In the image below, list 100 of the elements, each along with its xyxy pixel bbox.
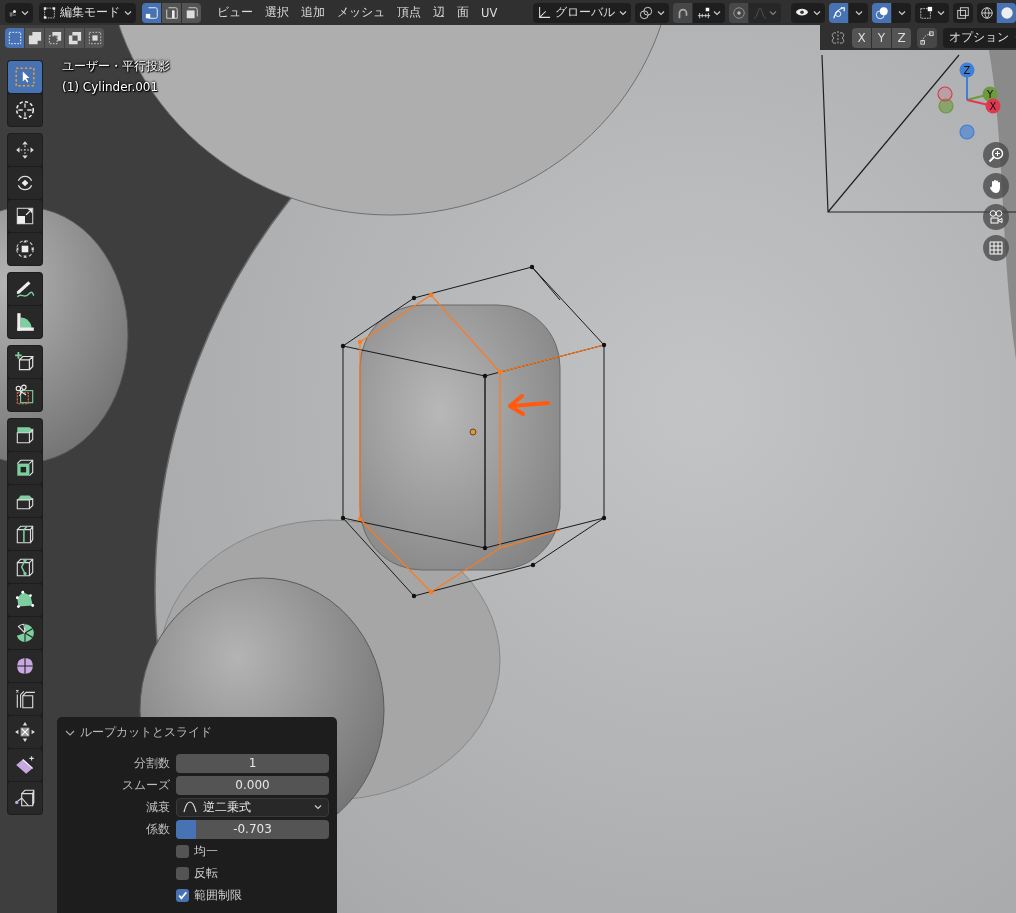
mode-dropdown[interactable]: 編集モード — [39, 2, 136, 23]
extrude-icon — [14, 424, 36, 446]
tool-button[interactable] — [8, 518, 42, 550]
dashed-curve-icon — [920, 30, 934, 45]
proportional-edit-toggle[interactable] — [729, 2, 748, 23]
caret-icon — [124, 8, 132, 17]
property-label: 減衰 — [145, 798, 171, 816]
panel-header[interactable]: ループカットとスライド — [57, 717, 220, 748]
options-dropdown[interactable]: オプション — [943, 27, 1016, 48]
tool-button[interactable] — [8, 716, 42, 748]
tool-button[interactable] — [8, 452, 42, 484]
select-mode-button[interactable] — [162, 2, 181, 23]
tool-button[interactable] — [8, 683, 42, 715]
caret-icon — [619, 8, 627, 17]
orientation-dropdown[interactable]: グローバル — [533, 2, 631, 23]
tool-button[interactable] — [8, 650, 42, 682]
box-select-mode-button[interactable] — [25, 28, 44, 48]
overlay-toggle[interactable] — [872, 2, 891, 23]
mirror-axis-button[interactable]: Z — [892, 27, 911, 48]
ruler-icon — [14, 311, 36, 333]
gizmo-toggle[interactable] — [829, 2, 848, 23]
tool-button[interactable] — [8, 617, 42, 649]
tool-button[interactable] — [8, 167, 42, 199]
menu-item[interactable]: メッシュ — [331, 2, 391, 23]
number-field[interactable]: 0.000 — [176, 775, 329, 795]
checkbox-option[interactable]: 均一 — [176, 842, 218, 860]
menu-item[interactable]: ビュー — [211, 2, 259, 23]
snap-target-dropdown[interactable] — [693, 2, 725, 23]
editor-type-button[interactable] — [5, 2, 33, 23]
overlay-dropdown[interactable] — [892, 2, 911, 23]
caret-icon — [21, 8, 29, 17]
snap-toggle[interactable] — [673, 2, 692, 23]
select-box-icon — [14, 66, 36, 88]
falloff-curve-icon — [753, 5, 767, 20]
menu-item[interactable]: UV — [475, 2, 504, 23]
menu-item[interactable]: 面 — [451, 2, 475, 23]
wire-sphere-icon — [979, 5, 994, 20]
solid-sphere-icon — [999, 5, 1014, 20]
factor-slider[interactable]: -0.703 — [176, 819, 329, 839]
caret-icon — [854, 8, 863, 17]
tool-button[interactable] — [8, 485, 42, 517]
mirror-icon — [830, 29, 846, 46]
mirror-axis-button[interactable]: X — [852, 27, 871, 48]
tool-button[interactable] — [8, 584, 42, 616]
caret-icon — [657, 8, 665, 17]
box-select-mode-button[interactable] — [65, 28, 84, 48]
tool-button[interactable] — [8, 273, 42, 305]
tool-button[interactable] — [8, 346, 42, 378]
tool-button[interactable] — [8, 379, 42, 411]
shading-button[interactable] — [997, 2, 1016, 23]
xray-toggle[interactable] — [953, 2, 973, 23]
checkbox[interactable] — [176, 844, 189, 858]
auto-merge-button[interactable] — [917, 27, 937, 48]
pivot-dropdown[interactable] — [635, 2, 669, 23]
tool-button[interactable] — [8, 233, 42, 265]
tool-button[interactable] — [8, 782, 42, 814]
checkbox[interactable] — [176, 866, 189, 880]
tool-button[interactable] — [8, 419, 42, 451]
falloff-dropdown[interactable]: 逆二乗式 — [176, 797, 329, 817]
box-select-mode-button[interactable] — [85, 28, 104, 48]
select-mode-button[interactable] — [142, 2, 161, 23]
axis-ball[interactable] — [959, 62, 975, 78]
box-select-mode-button[interactable] — [45, 28, 64, 48]
tool-button[interactable] — [8, 749, 42, 781]
checkbox-option[interactable]: 範囲制限 — [176, 886, 242, 904]
camera-icon — [988, 209, 1004, 225]
tool-button[interactable] — [8, 94, 42, 126]
gizmo-dropdown[interactable] — [849, 2, 868, 23]
menu-item[interactable]: 頂点 — [391, 2, 427, 23]
menu-item[interactable]: 選択 — [259, 2, 295, 23]
checkbox-option[interactable]: 反転 — [176, 864, 218, 882]
intersect-squares-icon — [87, 31, 102, 45]
tool-button[interactable] — [8, 134, 42, 166]
tool-button[interactable] — [8, 200, 42, 232]
mirror-axis-button[interactable]: Y — [872, 27, 891, 48]
box-select-mode-button[interactable] — [5, 28, 24, 48]
menu-item[interactable]: 辺 — [427, 2, 451, 23]
tool-button[interactable] — [8, 306, 42, 338]
zoom-icon — [988, 147, 1004, 163]
shading-button[interactable] — [977, 2, 996, 23]
axis-ball[interactable] — [985, 98, 1001, 114]
caret-icon — [314, 803, 322, 811]
axes-icon — [537, 5, 551, 20]
shrink-fatten-icon — [14, 721, 36, 743]
subtract-squares-icon — [47, 31, 62, 45]
arrow-annotation — [508, 394, 550, 416]
edge-select-icon — [164, 5, 179, 20]
number-field[interactable]: 1 — [176, 753, 329, 773]
mesh-overlay-dropdown[interactable] — [915, 2, 949, 23]
crosshair-icon — [14, 99, 36, 121]
property-label: 分割数 — [133, 754, 171, 772]
checkbox[interactable] — [176, 888, 189, 902]
tool-button[interactable] — [8, 551, 42, 583]
target-circle-icon — [731, 5, 746, 20]
overlapping-circles-icon — [874, 5, 889, 20]
overlapping-squares-icon — [956, 5, 970, 20]
menu-item[interactable]: 追加 — [295, 2, 331, 23]
select-mode-button[interactable] — [182, 2, 201, 23]
spin-icon — [14, 622, 36, 644]
visibility-dropdown[interactable] — [791, 2, 825, 23]
